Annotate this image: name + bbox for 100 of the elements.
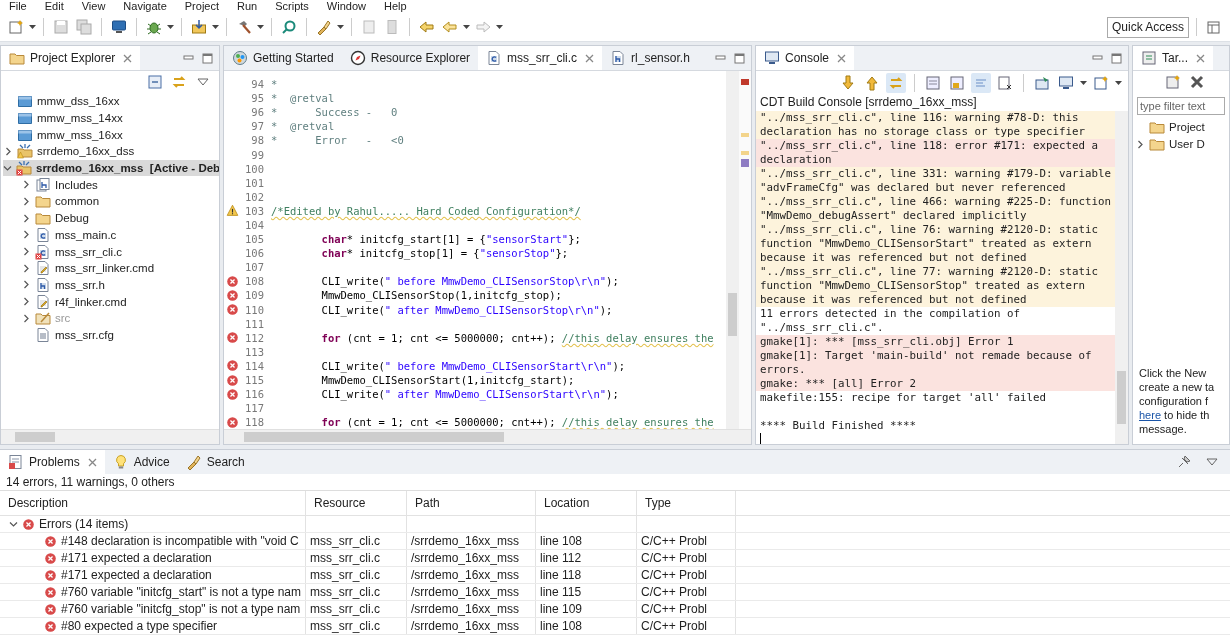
tree-item[interactable]: Project — [1169, 121, 1205, 134]
header-file-icon — [610, 50, 627, 66]
tree-item[interactable]: r4f_linker.cmd — [55, 295, 127, 308]
close-icon[interactable] — [87, 457, 97, 467]
menu-item[interactable]: Navigate — [114, 0, 176, 13]
tree-item[interactable]: mmw_dss_16xx — [37, 95, 120, 108]
warning-icon — [225, 204, 239, 218]
tree-item[interactable]: mss_srr_linker.cmd — [55, 262, 155, 275]
tree-item[interactable]: mmw_mss_14xx — [37, 112, 123, 125]
line-number: 118 — [244, 416, 265, 429]
table-cell: line 108 — [535, 617, 637, 635]
tree-item[interactable]: mss_srr.h — [55, 278, 105, 291]
table-cell: line 115 — [535, 583, 637, 601]
menu-item[interactable]: File — [0, 0, 36, 13]
scrollbar[interactable] — [224, 429, 751, 444]
table-cell: line 118 — [535, 566, 637, 584]
line-number: 106 — [244, 247, 265, 260]
menu-item[interactable]: Help — [374, 0, 416, 13]
line-number: 99 — [250, 148, 265, 161]
dropdown-arrow[interactable] — [29, 24, 36, 30]
editor-tab[interactable]: Resource Explorer — [341, 46, 479, 70]
line-number: 116 — [244, 388, 265, 401]
line-number: 100 — [244, 162, 265, 175]
save-all-icon[interactable] — [74, 17, 94, 37]
tree-item[interactable]: srrdemo_16xx_dss — [37, 145, 135, 158]
dropdown-arrow[interactable] — [1080, 80, 1087, 86]
help-text: Click the New — [1139, 366, 1208, 380]
menu-item[interactable]: Window — [317, 0, 375, 13]
line-number: 105 — [244, 233, 265, 246]
tree-item[interactable]: mss_srr_cli.c — [55, 245, 123, 258]
help-text: message. — [1139, 422, 1188, 436]
table-cell: mss_srr_cli.c — [305, 549, 407, 567]
maximize-button[interactable] — [202, 52, 213, 64]
editor-tab[interactable]: Getting Started — [224, 46, 342, 70]
editor-tab[interactable]: mss_srr_cli.c — [478, 46, 603, 70]
dropdown-arrow[interactable] — [337, 24, 344, 30]
panel-tab[interactable]: Problems — [0, 450, 105, 474]
help-text: to hide th — [1164, 409, 1210, 421]
column-header[interactable]: Type — [636, 491, 736, 516]
code-line: char* initcfg_start[1] = {"sensorStart"}; — [320, 233, 581, 246]
code-line: * Success - 0 — [271, 106, 398, 119]
editor-tab[interactable]: rl_sensor.h — [602, 46, 698, 70]
column-header[interactable]: Path — [406, 491, 536, 516]
tree-item[interactable]: mss_main.c — [55, 228, 117, 241]
tree-item[interactable]: common — [55, 195, 100, 208]
column-header[interactable]: Description — [0, 491, 306, 516]
panel-tab[interactable]: Project Explorer — [1, 46, 141, 70]
line-number: 114 — [244, 359, 265, 372]
tree-item[interactable]: Debug — [55, 212, 89, 225]
table-cell: /srrdemo_16xx_mss — [406, 532, 536, 550]
close-icon[interactable] — [123, 53, 133, 63]
error-marker — [741, 159, 749, 167]
dropdown-arrow[interactable] — [463, 24, 470, 30]
panel-tab[interactable]: Advice — [104, 450, 178, 474]
dropdown-arrow[interactable] — [257, 24, 264, 30]
tree-item[interactable]: mss_srr.cfg — [55, 328, 114, 341]
project-icon — [17, 143, 33, 160]
maximize-button[interactable] — [734, 52, 745, 64]
tree-item[interactable]: mmw_mss_16xx — [37, 128, 123, 141]
quick-access-field[interactable]: Quick Access — [1106, 16, 1189, 38]
dropdown-arrow[interactable] — [167, 24, 174, 30]
panel-tab[interactable]: Console — [756, 46, 855, 70]
panel-tab[interactable]: Tar... — [1133, 46, 1213, 70]
column-header[interactable]: Location — [535, 491, 637, 516]
menu-item[interactable]: Run — [228, 0, 267, 13]
close-icon[interactable] — [1196, 53, 1205, 63]
scrollbar[interactable] — [1115, 111, 1128, 444]
dropdown-arrow[interactable] — [496, 24, 503, 30]
code-line: * — [271, 78, 278, 91]
menu-item[interactable]: Edit — [35, 0, 73, 13]
menu-item[interactable]: Scripts — [266, 0, 318, 13]
project-icon — [16, 160, 32, 177]
dropdown-arrow[interactable] — [212, 24, 219, 30]
table-cell: line 109 — [535, 600, 637, 618]
filter-field[interactable]: type filter text — [1137, 97, 1225, 115]
scrollbar[interactable] — [726, 71, 739, 429]
download-icon[interactable] — [189, 17, 209, 37]
console-title: CDT Build Console [srrdemo_16xx_mss] — [759, 95, 978, 111]
dropdown-arrow[interactable] — [1115, 80, 1122, 86]
collapse-all-icon[interactable] — [145, 72, 165, 92]
lock-icon[interactable] — [947, 73, 967, 93]
panel-tab[interactable]: Search — [177, 450, 253, 474]
error-icon — [22, 517, 35, 531]
error-icon — [44, 568, 57, 582]
line-number: 111 — [244, 317, 265, 330]
hide-link[interactable]: here — [1139, 409, 1162, 421]
folder-icon — [35, 310, 51, 327]
tree-item[interactable]: Includes — [55, 178, 98, 191]
close-icon[interactable] — [585, 53, 595, 63]
group-label[interactable]: Errors (14 items) — [39, 517, 129, 531]
scrollbar[interactable] — [1, 429, 219, 444]
close-icon[interactable] — [837, 53, 847, 63]
maximize-button[interactable] — [1111, 52, 1122, 64]
clear-console-icon[interactable] — [923, 73, 943, 93]
menu-item[interactable]: Project — [175, 0, 229, 13]
includes-icon — [35, 176, 51, 193]
tree-item[interactable]: User D — [1169, 138, 1205, 151]
column-header[interactable]: Resource — [305, 491, 407, 516]
code-line: MmwDemo_CLISensorStart(1,initcfg_start); — [320, 374, 575, 386]
menu-item[interactable]: View — [72, 0, 115, 13]
